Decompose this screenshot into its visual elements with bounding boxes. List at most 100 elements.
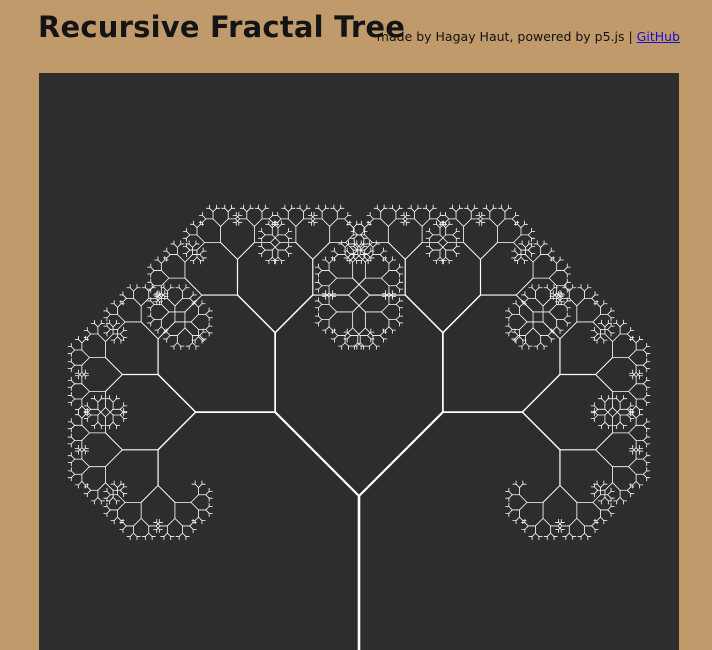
tree-branch bbox=[106, 509, 111, 514]
tree-branch bbox=[591, 294, 596, 299]
tree-branch bbox=[166, 517, 176, 527]
tree-branch bbox=[604, 497, 609, 502]
tree-branch bbox=[395, 281, 400, 287]
tree-branch bbox=[198, 303, 203, 308]
tree-branch bbox=[514, 254, 519, 259]
tree-branch bbox=[542, 517, 552, 527]
tree-branch bbox=[626, 330, 632, 335]
tree-branch bbox=[600, 336, 605, 341]
github-link[interactable]: GitHub bbox=[637, 29, 680, 44]
tree-branch bbox=[299, 207, 304, 213]
tree-branch bbox=[117, 501, 126, 511]
tree-branch bbox=[150, 266, 155, 271]
tree-branch bbox=[352, 327, 361, 336]
tree-branch bbox=[642, 473, 648, 479]
tree-branch bbox=[353, 234, 358, 239]
tree-branch bbox=[352, 223, 358, 229]
tree-branch bbox=[520, 223, 525, 229]
tree-branch bbox=[550, 532, 555, 537]
tree-branch bbox=[596, 483, 601, 488]
tree-branch bbox=[548, 303, 558, 313]
tree-branch bbox=[209, 207, 214, 213]
tree-branch bbox=[140, 484, 159, 503]
tree-branch bbox=[117, 313, 126, 323]
tree-branch bbox=[607, 506, 612, 511]
tree-branch bbox=[253, 218, 263, 227]
tree-branch bbox=[81, 414, 86, 419]
tree-branch bbox=[369, 218, 374, 223]
tree-branch bbox=[333, 207, 338, 213]
tree-branch bbox=[346, 250, 351, 255]
tree-branch bbox=[392, 207, 397, 213]
tree-branch bbox=[360, 249, 365, 254]
tree-branch bbox=[642, 436, 648, 441]
tree-branch bbox=[642, 380, 648, 385]
tree-branch bbox=[86, 405, 92, 410]
tree-branch bbox=[150, 319, 155, 324]
tree-branch bbox=[97, 398, 102, 403]
tree-branch bbox=[106, 329, 111, 334]
tree-branch bbox=[150, 303, 155, 309]
tree-branch bbox=[318, 285, 323, 290]
tree-branch bbox=[205, 313, 210, 319]
tree-branch bbox=[140, 517, 150, 527]
tree-branch bbox=[81, 466, 90, 475]
tree-branch bbox=[455, 207, 460, 213]
tree-branch bbox=[467, 207, 472, 213]
tree-branch bbox=[318, 300, 323, 305]
tree-branch bbox=[148, 532, 153, 537]
tree-branch bbox=[70, 473, 76, 479]
tree-branch bbox=[489, 207, 494, 213]
tree-branch bbox=[284, 246, 289, 251]
tree-branch bbox=[189, 294, 194, 299]
tree-branch bbox=[186, 249, 191, 254]
tree-branch bbox=[237, 241, 255, 260]
tree-branch bbox=[592, 313, 601, 323]
tree-branch bbox=[268, 256, 273, 262]
tree-branch bbox=[642, 346, 648, 351]
tree-branch bbox=[246, 218, 255, 227]
tree-branch bbox=[268, 218, 273, 223]
tree-branch bbox=[542, 297, 552, 307]
tree-branch bbox=[380, 270, 390, 279]
tree-branch bbox=[429, 234, 434, 239]
tree-branch bbox=[445, 223, 450, 229]
tree-branch bbox=[619, 497, 624, 502]
tree-branch bbox=[445, 215, 450, 220]
tree-branch bbox=[511, 215, 516, 220]
tree-branch bbox=[178, 287, 183, 292]
tree-branch bbox=[150, 270, 155, 275]
tree-branch bbox=[525, 327, 534, 336]
tree-branch bbox=[547, 331, 552, 336]
tree-branch bbox=[178, 532, 183, 537]
tree-branch bbox=[525, 342, 530, 347]
tree-branch bbox=[607, 509, 612, 514]
tree-branch bbox=[174, 297, 183, 307]
tree-branch bbox=[160, 270, 170, 279]
tree-branch bbox=[119, 411, 125, 416]
tree-branch bbox=[395, 285, 400, 290]
tree-branch bbox=[642, 421, 648, 426]
tree-branch bbox=[274, 294, 314, 334]
tree-branch bbox=[360, 234, 365, 239]
tree-branch bbox=[176, 342, 182, 347]
tree-branch bbox=[117, 303, 122, 308]
tree-branch bbox=[119, 414, 125, 419]
tree-branch bbox=[628, 349, 637, 359]
tree-branch bbox=[194, 516, 199, 521]
tree-branch bbox=[380, 303, 390, 313]
tree-branch bbox=[515, 516, 520, 521]
tree-branch bbox=[548, 311, 558, 320]
fractal-tree-canvas[interactable] bbox=[39, 73, 679, 650]
tree-branch bbox=[607, 325, 612, 330]
tree-branch bbox=[580, 532, 585, 537]
tree-branch bbox=[106, 490, 111, 496]
tree-branch bbox=[347, 294, 366, 313]
tree-branch bbox=[94, 421, 99, 426]
tree-branch bbox=[563, 303, 568, 309]
tree-branch bbox=[133, 287, 138, 292]
tree-branch bbox=[261, 249, 266, 254]
tree-branch bbox=[385, 259, 390, 264]
tree-branch bbox=[334, 331, 339, 336]
tree-branch bbox=[94, 398, 99, 403]
